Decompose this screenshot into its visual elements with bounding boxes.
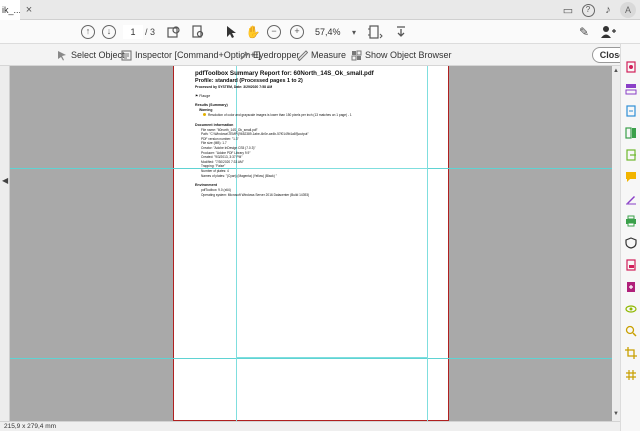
triangle-left-icon[interactable]: ◀ <box>2 176 8 185</box>
add-user-button[interactable] <box>600 24 616 40</box>
environment-line: Operating system: Microsoft Windows Serv… <box>201 192 310 197</box>
page-fit-button[interactable] <box>366 24 384 40</box>
document-tab[interactable]: ik_... <box>0 0 20 20</box>
combine-files-icon[interactable] <box>624 126 638 140</box>
next-page-button[interactable]: ↓ <box>101 24 117 40</box>
select-object-button[interactable]: Select Object <box>56 47 125 63</box>
inspector-icon <box>120 49 132 61</box>
previous-page-button[interactable]: ↑ <box>80 24 96 40</box>
create-pdf-icon[interactable] <box>624 104 638 118</box>
print-production-icon[interactable] <box>624 60 638 74</box>
preflight-icon[interactable] <box>624 324 638 338</box>
show-object-browser-button[interactable]: Show Object Browser <box>350 47 452 63</box>
organize-pages-icon[interactable] <box>624 82 638 96</box>
document-canvas[interactable]: pdfToolbox Summary Report for: 60North_1… <box>0 66 612 421</box>
add-page-icon[interactable] <box>624 280 638 294</box>
hand-icon: ✋ <box>245 25 261 39</box>
warning-icon <box>203 113 206 116</box>
hand-tool-button[interactable]: ✋ <box>245 24 261 40</box>
select-object-label: Select Object <box>71 50 125 60</box>
ruler-icon <box>296 49 308 61</box>
fix-hairlines-icon[interactable] <box>624 368 638 382</box>
plus-icon: + <box>290 25 304 39</box>
zoom-out-button[interactable]: − <box>266 24 282 40</box>
find-icon <box>192 25 204 38</box>
close-tab-icon[interactable]: × <box>22 3 36 17</box>
report-flag: ⚑ Flauge <box>195 94 211 98</box>
left-panel-toggle[interactable] <box>0 66 10 421</box>
zoom-in-button[interactable]: + <box>289 24 305 40</box>
status-bar: 215,9 x 279,4 mm <box>0 421 620 431</box>
comment-icon[interactable]: ▭ <box>560 2 576 18</box>
zoom-area-icon <box>167 26 180 38</box>
eyedropper-label: Eyedropper <box>253 50 300 60</box>
vertical-scrollbar[interactable] <box>612 66 620 421</box>
pen-icon: ✎ <box>578 25 590 39</box>
protect-icon[interactable] <box>624 236 638 250</box>
minus-icon: − <box>267 25 281 39</box>
arrow-select-icon <box>56 49 68 61</box>
comment-tool-icon[interactable] <box>624 170 638 184</box>
download-icon <box>397 26 405 37</box>
crop-icon[interactable] <box>624 346 638 360</box>
report-profile: Profile: standard (Processed pages 1 to … <box>195 78 303 84</box>
print-icon[interactable] <box>624 214 638 228</box>
output-preview-icon[interactable] <box>624 302 638 316</box>
export-pdf-icon[interactable] <box>624 148 638 162</box>
cursor-icon <box>227 26 236 38</box>
arrow-down-icon: ↓ <box>102 25 116 39</box>
right-tools-panel <box>620 44 640 431</box>
sign-button[interactable]: ✎ <box>576 24 592 40</box>
title-bar: ik_... × ▭ ? ♪ A <box>0 0 640 20</box>
show-object-browser-label: Show Object Browser <box>365 50 452 60</box>
redact-icon[interactable] <box>624 258 638 272</box>
report-title: pdfToolbox Summary Report for: 60North_1… <box>195 70 374 77</box>
horizontal-guide <box>10 358 612 359</box>
eyedropper-button[interactable]: Eyedropper <box>238 47 300 63</box>
add-user-icon <box>601 26 616 38</box>
scroll-up-icon[interactable]: ▲ <box>613 68 619 74</box>
find-button[interactable] <box>190 24 206 40</box>
warning-text: Resolution of color and grayscale images… <box>208 113 352 117</box>
page-size-readout: 215,9 x 279,4 mm <box>4 423 57 430</box>
page-number-input[interactable]: 1 <box>123 25 143 39</box>
save-to-device-button[interactable] <box>393 24 409 40</box>
avatar[interactable]: A <box>620 2 636 18</box>
chevron-down-icon: ▾ <box>351 27 356 37</box>
acrobat-window: ik_... × ▭ ? ♪ A ↑ ↓ 1 / 3 ✋ − + 57,4% ▾… <box>0 0 640 431</box>
scroll-down-icon[interactable]: ▼ <box>613 411 619 417</box>
main-toolbar: ↑ ↓ 1 / 3 ✋ − + 57,4% ▾ ✎ <box>0 20 640 44</box>
zoom-dropdown[interactable]: ▾ <box>350 24 358 40</box>
arrow-up-icon: ↑ <box>81 25 95 39</box>
report-flag-label: Flauge <box>199 94 211 98</box>
page-total: / 3 <box>145 27 156 37</box>
eyedropper-icon <box>238 49 250 61</box>
summary-report: pdfToolbox Summary Report for: 60North_1… <box>195 70 425 197</box>
bell-icon[interactable]: ♪ <box>600 2 616 18</box>
object-browser-icon <box>350 49 362 61</box>
help-icon[interactable]: ? <box>580 2 596 18</box>
zoom-marquee-button[interactable] <box>166 24 182 40</box>
measure-label: Measure <box>311 50 347 60</box>
preflight-toolbar: Select Object Inspector [Command+Option+… <box>0 44 640 66</box>
measure-button[interactable]: Measure <box>296 47 346 63</box>
select-tool-button[interactable] <box>224 24 238 40</box>
report-processed: Processed by SYSTEM, Date: 3/29/2020 7:5… <box>195 85 273 89</box>
fit-page-icon <box>368 25 383 39</box>
fill-sign-icon[interactable] <box>624 192 638 206</box>
